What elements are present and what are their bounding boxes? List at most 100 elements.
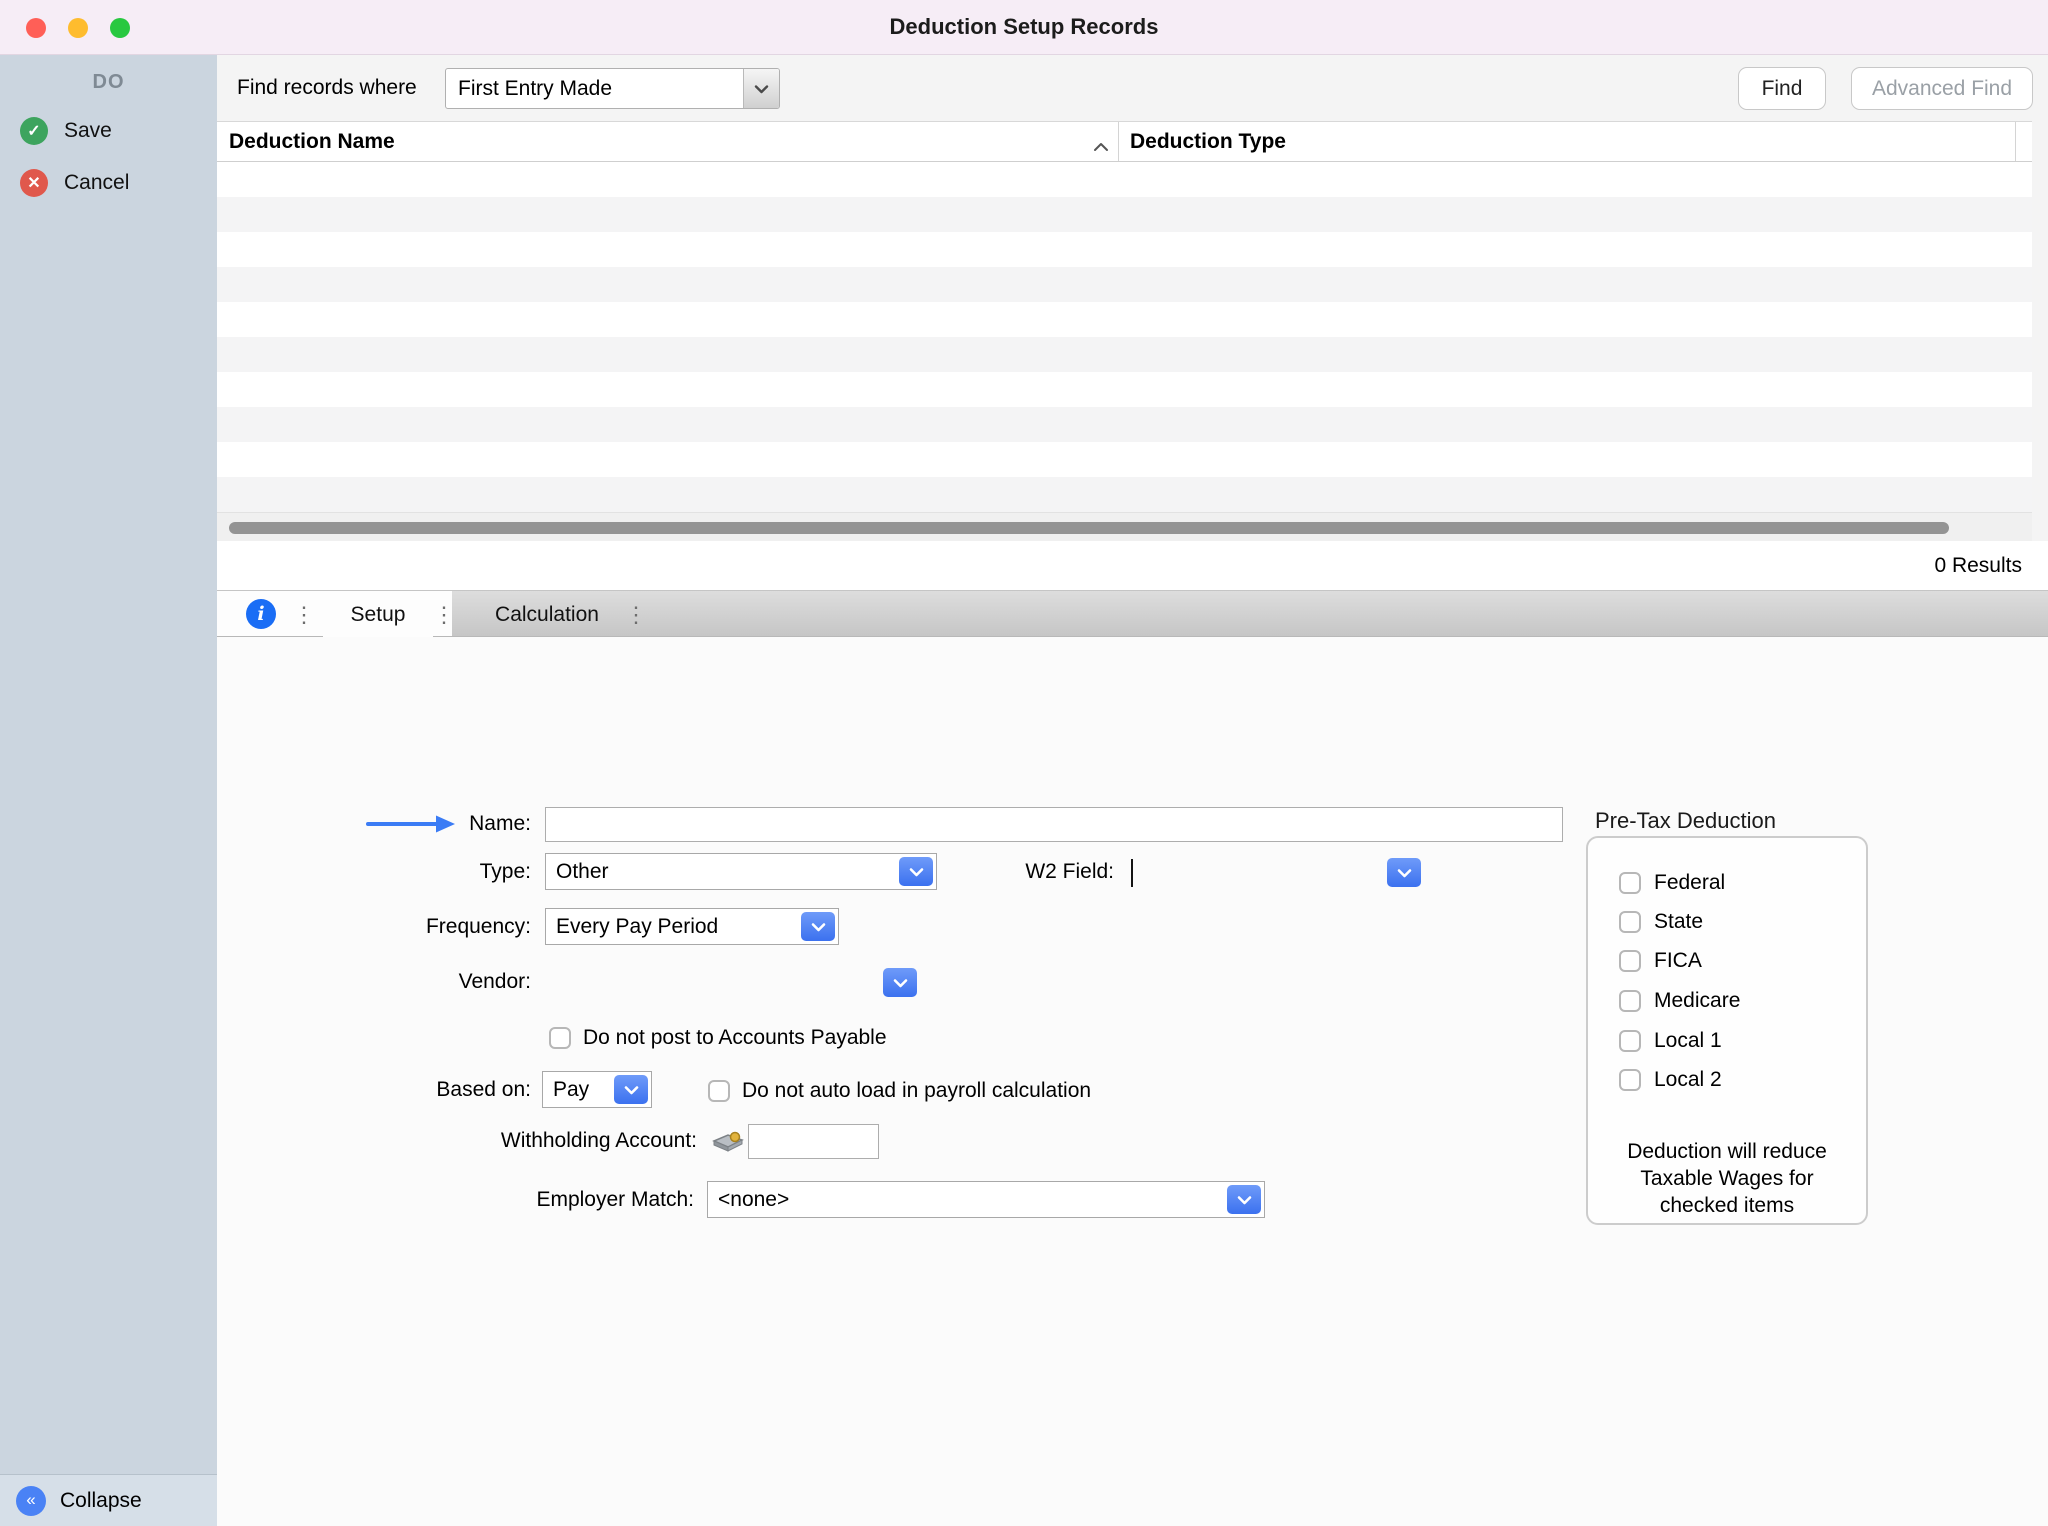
pretax-row-medicare: Medicare [1619,989,1740,1013]
federal-checkbox[interactable] [1619,872,1641,894]
sidebar-item-save[interactable]: ✓ Save [0,110,217,152]
do-not-autoload-checkbox[interactable] [708,1080,730,1102]
horizontal-scrollbar[interactable] [217,512,2032,542]
local1-checkbox[interactable] [1619,1030,1641,1052]
fica-checkbox[interactable] [1619,950,1641,972]
minimize-button[interactable] [68,18,88,38]
tab-calculation[interactable]: Calculation [467,591,627,638]
pretax-note: Deduction will reduce Taxable Wages for … [1600,1138,1854,1219]
save-label: Save [64,119,112,143]
table-row [217,162,2032,197]
tab-handle-icon: ⋮ [293,591,315,638]
results-table: Deduction Name Deduction Type [217,121,2032,541]
pretax-deduction-title: Pre-Tax Deduction [1595,808,1776,834]
traffic-lights [26,18,130,38]
advanced-find-button[interactable]: Advanced Find [1851,67,2033,110]
check-icon: ✓ [20,117,48,145]
column-header-deduction-type[interactable]: Deduction Type [1130,122,1286,162]
find-button-label: Find [1762,77,1803,101]
advanced-find-button-label: Advanced Find [1872,77,2012,101]
frequency-label: Frequency: [277,915,531,939]
pretax-row-federal: Federal [1619,871,1725,895]
table-row [217,302,2032,337]
state-label: State [1654,910,1703,934]
based-on-value: Pay [543,1078,589,1102]
frequency-dropdown[interactable]: Every Pay Period [545,908,839,945]
column-divider [1118,122,1119,161]
info-icon[interactable]: i [246,599,276,629]
do-not-post-ap-label: Do not post to Accounts Payable [583,1026,887,1050]
do-not-autoload-label: Do not auto load in payroll calculation [742,1079,1091,1103]
employer-match-dropdown[interactable]: <none> [707,1181,1265,1218]
chevron-down-icon[interactable] [801,912,835,941]
sort-ascending-icon [1093,134,1109,158]
find-bar: Find records where First Entry Made Find… [217,55,2048,121]
find-field-value: First Entry Made [446,77,743,101]
type-value: Other [546,860,609,884]
chevron-down-icon[interactable] [743,69,779,108]
app-window: Deduction Setup Records DO ✓ Save ✕ Canc… [0,0,2048,1526]
results-table-zone: Deduction Name Deduction Type [217,121,2048,541]
find-field-dropdown[interactable]: First Entry Made [445,68,780,109]
table-row [217,372,2032,407]
collapse-icon: « [16,1486,46,1516]
chevron-down-icon[interactable] [1227,1185,1261,1214]
table-row [217,232,2032,267]
table-row [217,197,2032,232]
fica-label: FICA [1654,949,1702,973]
medicare-checkbox[interactable] [1619,990,1641,1012]
local2-checkbox[interactable] [1619,1069,1641,1091]
based-on-dropdown[interactable]: Pay [542,1071,652,1108]
based-on-label: Based on: [317,1078,531,1102]
vendor-dropdown-button[interactable] [883,968,917,997]
table-row [217,407,2032,442]
tab-bar: i ⋮ Setup ⋮ Calculation ⋮ [217,590,2048,637]
find-records-label: Find records where [237,55,417,121]
do-not-post-ap-checkbox[interactable] [549,1027,571,1049]
federal-label: Federal [1654,871,1725,895]
tab-handle-icon: ⋮ [625,591,647,638]
table-row [217,337,2032,372]
frequency-value: Every Pay Period [546,915,718,939]
cancel-label: Cancel [64,171,129,195]
pretax-row-state: State [1619,910,1703,934]
sidebar-item-cancel[interactable]: ✕ Cancel [0,162,217,204]
type-dropdown[interactable]: Other [545,853,937,890]
table-row [217,267,2032,302]
zoom-button[interactable] [110,18,130,38]
main-area: Find records where First Entry Made Find… [217,55,2048,1526]
find-button[interactable]: Find [1738,67,1826,110]
sidebar-header: DO [0,71,217,94]
local2-label: Local 2 [1654,1068,1722,1092]
name-label: Name: [317,812,531,836]
text-caret [1131,859,1133,887]
pretax-row-local1: Local 1 [1619,1029,1722,1053]
close-button[interactable] [26,18,46,38]
ledger-icon[interactable] [711,1127,745,1160]
pretax-row-local2: Local 2 [1619,1068,1722,1092]
titlebar: Deduction Setup Records [0,0,2048,55]
column-header-deduction-name[interactable]: Deduction Name [229,122,395,162]
withholding-account-label: Withholding Account: [417,1129,697,1153]
collapse-label: Collapse [60,1489,142,1513]
collapse-button[interactable]: « Collapse [0,1474,217,1526]
tab-handle-icon: ⋮ [433,591,455,638]
name-input[interactable] [545,807,1563,842]
employer-match-label: Employer Match: [414,1188,694,1212]
withholding-account-input[interactable] [748,1124,879,1159]
chevron-down-icon[interactable] [899,857,933,886]
w2-dropdown-button[interactable] [1387,858,1421,887]
sidebar: DO ✓ Save ✕ Cancel « Collapse [0,55,217,1526]
local1-label: Local 1 [1654,1029,1722,1053]
x-icon: ✕ [20,169,48,197]
state-checkbox[interactable] [1619,911,1641,933]
table-row [217,477,2032,512]
vendor-label: Vendor: [317,970,531,994]
table-row [217,442,2032,477]
chevron-down-icon[interactable] [614,1075,648,1104]
results-count: 0 Results [217,541,2048,590]
w2-field-label: W2 Field: [917,860,1114,884]
scrollbar-thumb[interactable] [229,522,1949,534]
table-body-empty [217,162,2032,512]
tab-setup[interactable]: Setup [323,591,433,638]
